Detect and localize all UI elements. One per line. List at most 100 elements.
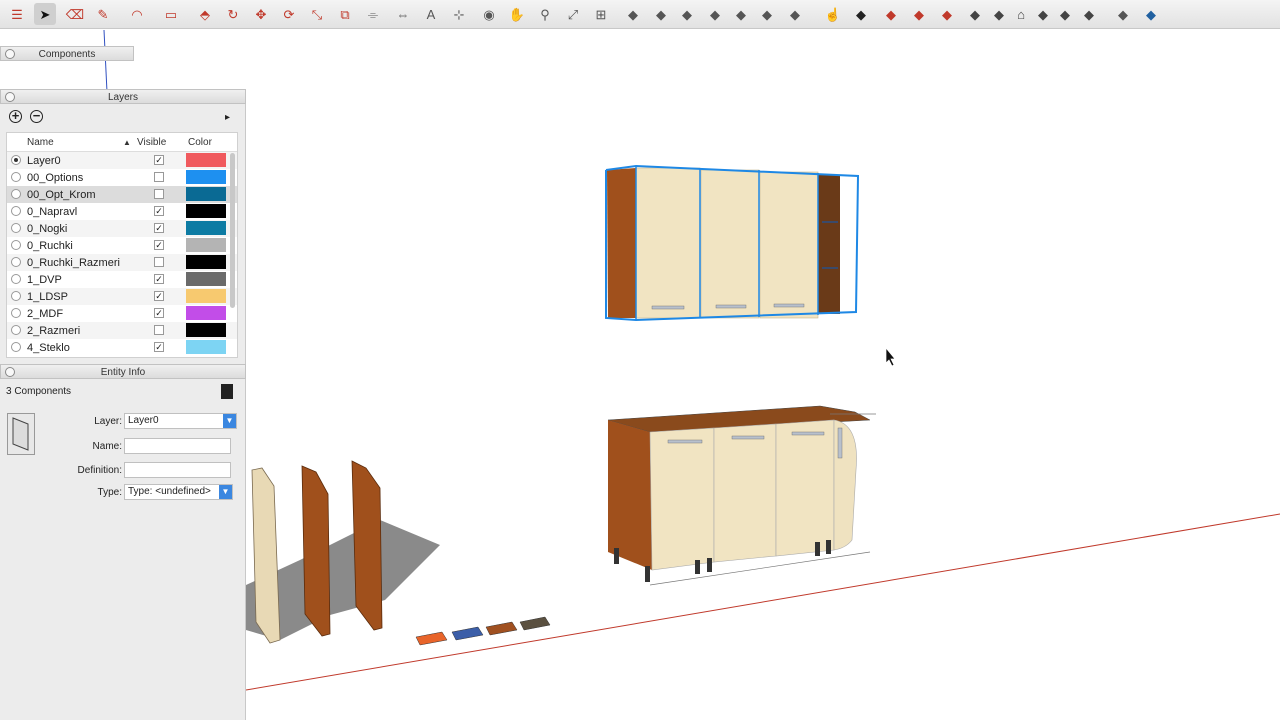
panel-collapse-icon[interactable]: [5, 92, 15, 102]
definition-input[interactable]: [124, 462, 231, 478]
ruby-tool-button[interactable]: ◆: [880, 3, 902, 25]
active-layer-radio[interactable]: [11, 172, 21, 182]
layer-row[interactable]: 4_Steklo ✓: [7, 339, 237, 356]
layers-panel-header[interactable]: Layers: [0, 89, 246, 104]
active-layer-radio[interactable]: [11, 155, 21, 165]
extension-tool-button[interactable]: ◆: [908, 3, 930, 25]
line-pencil-tool-button[interactable]: ✎: [92, 3, 114, 25]
layers-scrollbar[interactable]: [230, 153, 235, 308]
arc-tool-button[interactable]: ◠: [126, 3, 148, 25]
display-1-tool-button[interactable]: ◆: [1112, 3, 1134, 25]
active-layer-radio[interactable]: [11, 308, 21, 318]
component-options-button[interactable]: [221, 384, 233, 399]
column-name[interactable]: Name: [27, 137, 54, 148]
text-tool-button[interactable]: A: [420, 3, 442, 25]
extension-2-tool-button[interactable]: ◆: [936, 3, 958, 25]
layer-row[interactable]: 1_LDSP ✓: [7, 288, 237, 305]
layer-visible-checkbox[interactable]: ✓: [154, 223, 164, 233]
add-layer-button[interactable]: +: [9, 109, 22, 123]
column-visible[interactable]: Visible: [137, 137, 166, 148]
active-layer-radio[interactable]: [11, 325, 21, 335]
style-1-tool-button[interactable]: ◆: [964, 3, 986, 25]
view-iso-tool-button[interactable]: ◆: [622, 3, 644, 25]
section-plane-tool-button[interactable]: ⊞: [590, 3, 612, 25]
layer-name[interactable]: 00_Opt_Krom: [27, 189, 95, 201]
layer-row[interactable]: 1_DVP ✓: [7, 271, 237, 288]
layer-name[interactable]: 1_DVP: [27, 274, 62, 286]
view-right-tool-button[interactable]: ◆: [704, 3, 726, 25]
entity-info-header[interactable]: Entity Info: [0, 364, 246, 379]
layer-visible-checkbox[interactable]: ✓: [154, 342, 164, 352]
eraser-tool-button[interactable]: ⌫: [64, 3, 86, 25]
type-select[interactable]: Type: <undefined> ▼: [124, 484, 233, 500]
layer-name[interactable]: 2_Razmeri: [27, 325, 80, 337]
layer-color-swatch[interactable]: [186, 323, 226, 337]
active-layer-radio[interactable]: [11, 291, 21, 301]
layer-row[interactable]: 0_Nogki ✓: [7, 220, 237, 237]
layer-visible-checkbox[interactable]: [154, 172, 164, 182]
active-layer-radio[interactable]: [11, 206, 21, 216]
dimension-tool-button[interactable]: ⇔: [392, 3, 414, 25]
panel-collapse-icon[interactable]: [5, 49, 15, 59]
layer-name[interactable]: 00_Options: [27, 172, 83, 184]
rotate-tool-button[interactable]: ⟳: [278, 3, 300, 25]
layer-color-swatch[interactable]: [186, 170, 226, 184]
layer-name[interactable]: Layer0: [27, 155, 61, 167]
view-back-tool-button[interactable]: ◆: [730, 3, 752, 25]
active-layer-radio[interactable]: [11, 189, 21, 199]
axes-tool-button[interactable]: ⊹: [448, 3, 470, 25]
rectangle-tool-button[interactable]: ▭: [160, 3, 182, 25]
layer-name[interactable]: 1_LDSP: [27, 291, 68, 303]
layer-color-swatch[interactable]: [186, 272, 226, 286]
scale-tool-button[interactable]: ⤡: [306, 3, 328, 25]
active-layer-radio[interactable]: [11, 240, 21, 250]
hand-cursor-tool-button[interactable]: ☝: [822, 3, 844, 25]
layer-visible-checkbox[interactable]: [154, 325, 164, 335]
layer-visible-checkbox[interactable]: ✓: [154, 240, 164, 250]
orbit-tool-button[interactable]: ◉: [478, 3, 500, 25]
house-tool-button[interactable]: ⌂: [1010, 3, 1032, 25]
panel-collapse-icon[interactable]: [5, 367, 15, 377]
layer-row[interactable]: 2_Razmeri: [7, 322, 237, 339]
layer-row[interactable]: 0_Napravl ✓: [7, 203, 237, 220]
zoom-tool-button[interactable]: ⚲: [534, 3, 556, 25]
active-layer-radio[interactable]: [11, 257, 21, 267]
layer-color-swatch[interactable]: [186, 204, 226, 218]
layer-row[interactable]: Layer0 ✓: [7, 152, 237, 169]
layer-color-swatch[interactable]: [186, 187, 226, 201]
layer-color-swatch[interactable]: [186, 255, 226, 269]
layer-visible-checkbox[interactable]: ✓: [154, 274, 164, 284]
layer-name[interactable]: 0_Nogki: [27, 223, 67, 235]
style-4-tool-button[interactable]: ◆: [1054, 3, 1076, 25]
layer-visible-checkbox[interactable]: ✓: [154, 206, 164, 216]
view-left-tool-button[interactable]: ◆: [756, 3, 778, 25]
sketchup-logo-tool-button[interactable]: ☰: [6, 3, 28, 25]
view-front-tool-button[interactable]: ◆: [676, 3, 698, 25]
layer-color-swatch[interactable]: [186, 289, 226, 303]
layer-name[interactable]: 4_Steklo: [27, 342, 70, 354]
layer-select[interactable]: Layer0 ▼: [124, 413, 237, 429]
active-layer-radio[interactable]: [11, 342, 21, 352]
layer-visible-checkbox[interactable]: ✓: [154, 155, 164, 165]
layer-name[interactable]: 0_Ruchki_Razmeri: [27, 257, 120, 269]
follow-me-tool-button[interactable]: ↻: [222, 3, 244, 25]
style-3-tool-button[interactable]: ◆: [1032, 3, 1054, 25]
active-layer-radio[interactable]: [11, 274, 21, 284]
layer-color-swatch[interactable]: [186, 221, 226, 235]
layer-row[interactable]: 2_MDF ✓: [7, 305, 237, 322]
layer-row[interactable]: 0_Ruchki ✓: [7, 237, 237, 254]
layer-name[interactable]: 0_Napravl: [27, 206, 77, 218]
components-panel-header[interactable]: Components: [0, 46, 134, 61]
layer-color-swatch[interactable]: [186, 238, 226, 252]
select-arrow-tool-button[interactable]: ➤: [34, 3, 56, 25]
delete-layer-button[interactable]: −: [30, 109, 43, 123]
layer-row[interactable]: 00_Opt_Krom: [7, 186, 237, 203]
layer-color-swatch[interactable]: [186, 153, 226, 167]
style-2-tool-button[interactable]: ◆: [988, 3, 1010, 25]
layer-visible-checkbox[interactable]: [154, 257, 164, 267]
move-tool-button[interactable]: ✥: [250, 3, 272, 25]
display-2-tool-button[interactable]: ◆: [1140, 3, 1162, 25]
layers-details-button[interactable]: ▸: [225, 111, 237, 123]
column-color[interactable]: Color: [188, 137, 212, 148]
layer-row[interactable]: 00_Options: [7, 169, 237, 186]
